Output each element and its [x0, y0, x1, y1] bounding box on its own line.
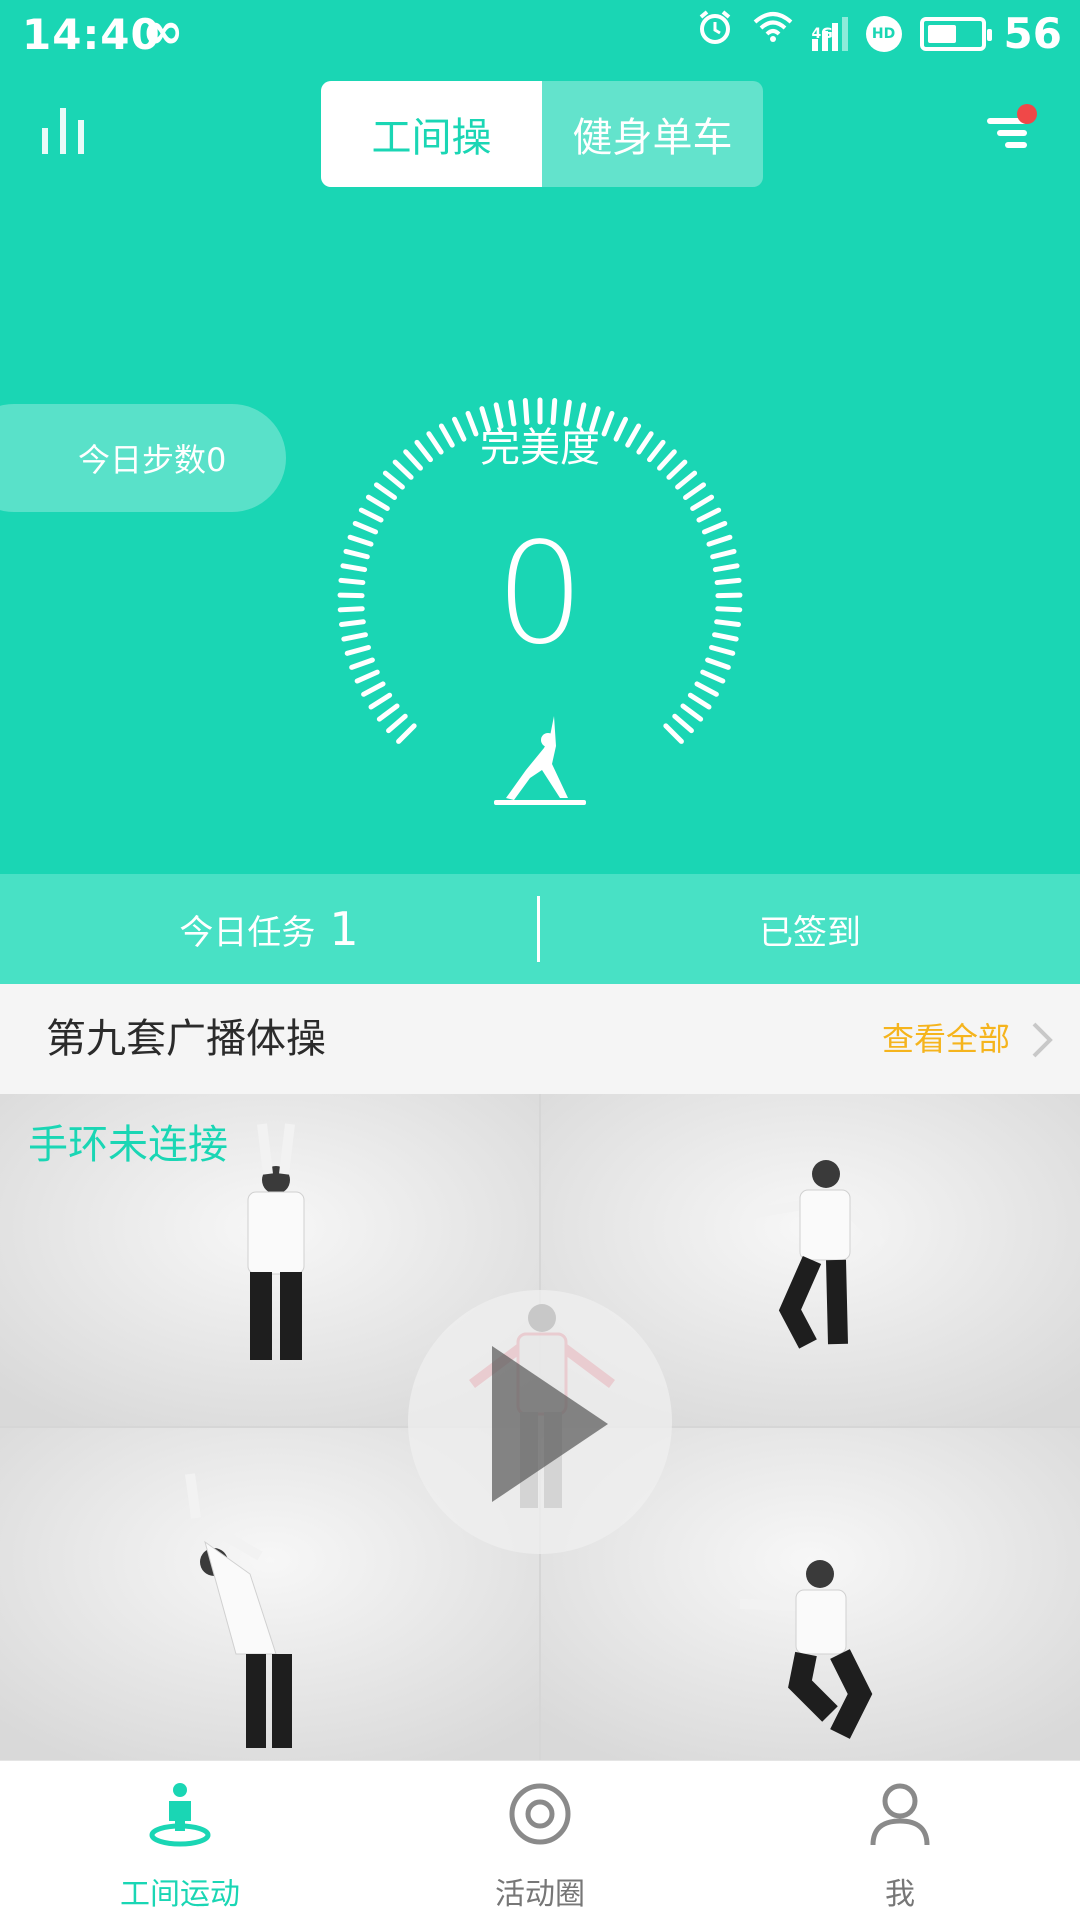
gauge-tick: [696, 507, 722, 523]
network-type: 4G: [811, 26, 833, 42]
yoga-icon: [494, 716, 586, 805]
tab-label: 工间运动: [120, 1877, 240, 1912]
gauge-tick: [687, 692, 712, 710]
today-task-count: 1: [329, 902, 359, 956]
tab-me[interactable]: 我: [720, 1761, 1080, 1920]
mode-tabs: 工间操 健身单车: [321, 81, 763, 187]
tab-workplace-sport[interactable]: 工间运动: [0, 1761, 360, 1920]
gauge-tick: [672, 713, 694, 734]
tab-workplace-exercise[interactable]: 工间操: [321, 81, 542, 187]
view-all-link[interactable]: 查看全部: [882, 984, 1010, 1094]
gauge-tick: [386, 713, 408, 734]
hd-icon: HD: [865, 16, 902, 52]
alarm-icon: [696, 8, 734, 60]
infinity-icon: ∞: [142, 2, 184, 60]
gauge-tick: [382, 470, 405, 490]
gauge-value: 0: [495, 513, 585, 676]
status-icons: 4G HD 56: [696, 8, 1062, 60]
tab-label: 我: [885, 1877, 915, 1912]
person-pin-icon: [149, 1783, 211, 1847]
gauge-tick: [700, 669, 726, 684]
gauge-tick: [368, 692, 393, 710]
status-time: 14:40: [22, 10, 161, 59]
bar-chart-icon[interactable]: [40, 106, 96, 156]
gauge-tick: [365, 494, 390, 511]
battery-level: 56: [1003, 9, 1062, 58]
section-title: 第九套广播体操: [46, 1016, 326, 1062]
status-bar: 14:40 ∞ 4G HD 56: [0, 0, 1080, 66]
checkin-status-label: 已签到: [759, 912, 861, 953]
chevron-right-icon[interactable]: [1030, 1020, 1056, 1060]
signal-icon: 4G: [811, 17, 848, 51]
gauge-tick: [680, 703, 704, 722]
tab-activity-circle[interactable]: 活动圈: [360, 1761, 720, 1920]
gauge-tick: [690, 494, 715, 511]
gauge-tick: [396, 723, 417, 744]
gauge-tick: [675, 470, 698, 490]
menu-icon[interactable]: [985, 104, 1041, 156]
task-bar: 今日任务 1 已签到: [0, 874, 1080, 984]
tab-label: 活动圈: [495, 1877, 585, 1912]
checkin-status[interactable]: 已签到: [540, 874, 1080, 984]
today-task[interactable]: 今日任务 1: [0, 874, 538, 984]
tab-fitness-bike[interactable]: 健身单车: [542, 81, 763, 187]
gauge-title: 完美度: [480, 425, 600, 471]
exercise-video[interactable]: 手环未连接: [0, 1094, 1080, 1760]
battery-icon: [919, 17, 992, 51]
target-icon: [509, 1783, 571, 1845]
user-icon: [870, 1783, 930, 1846]
band-status-label: 手环未连接: [28, 1122, 228, 1168]
gauge-tick: [373, 482, 397, 501]
play-icon[interactable]: [490, 1344, 610, 1504]
today-task-label: 今日任务: [179, 912, 316, 953]
gauge-tick: [694, 681, 719, 697]
gauge-tick: [358, 507, 384, 523]
gauge-tick: [683, 482, 707, 501]
gauge-tick: [354, 669, 380, 684]
gauge-tick: [361, 681, 386, 697]
bottom-tab-bar: 工间运动 活动圈 我: [0, 1760, 1080, 1920]
gauge-tick: [663, 723, 684, 744]
section-header: 第九套广播体操 查看全部: [0, 984, 1080, 1094]
notification-dot: [1017, 104, 1037, 124]
wifi-icon: [752, 10, 794, 58]
gauge-tick: [376, 703, 400, 722]
